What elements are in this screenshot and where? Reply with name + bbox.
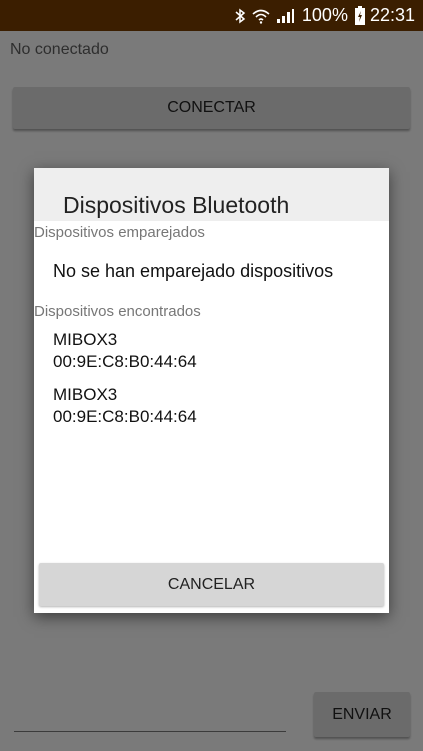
paired-devices-header: Dispositivos emparejados bbox=[34, 224, 205, 241]
battery-percentage: 100% bbox=[301, 5, 348, 25]
device-list-item[interactable]: MIBOX3 00:9E:C8:B0:44:64 bbox=[53, 384, 197, 428]
no-paired-devices-text: No se han emparejado dispositivos bbox=[53, 261, 334, 281]
bluetooth-icon bbox=[234, 8, 246, 24]
device-address: 00:9E:C8:B0:44:64 bbox=[53, 407, 197, 426]
cancel-button[interactable]: CANCELAR bbox=[39, 563, 384, 606]
clock: 22:31 bbox=[369, 5, 415, 25]
device-list-item[interactable]: MIBOX3 00:9E:C8:B0:44:64 bbox=[53, 329, 197, 373]
wifi-icon bbox=[252, 8, 270, 24]
signal-icon bbox=[276, 8, 294, 24]
device-address: 00:9E:C8:B0:44:64 bbox=[53, 352, 197, 371]
found-devices-header: Dispositivos encontrados bbox=[34, 303, 201, 320]
device-name: MIBOX3 bbox=[53, 385, 118, 404]
battery-icon bbox=[354, 5, 366, 26]
bluetooth-devices-dialog: Dispositivos Bluetooth Dispositivos empa… bbox=[34, 168, 389, 613]
dialog-header: Dispositivos Bluetooth bbox=[34, 168, 389, 221]
status-bar: 100% 22:31 bbox=[0, 0, 423, 31]
dialog-title: Dispositivos Bluetooth bbox=[63, 192, 290, 218]
device-name: MIBOX3 bbox=[53, 330, 118, 349]
